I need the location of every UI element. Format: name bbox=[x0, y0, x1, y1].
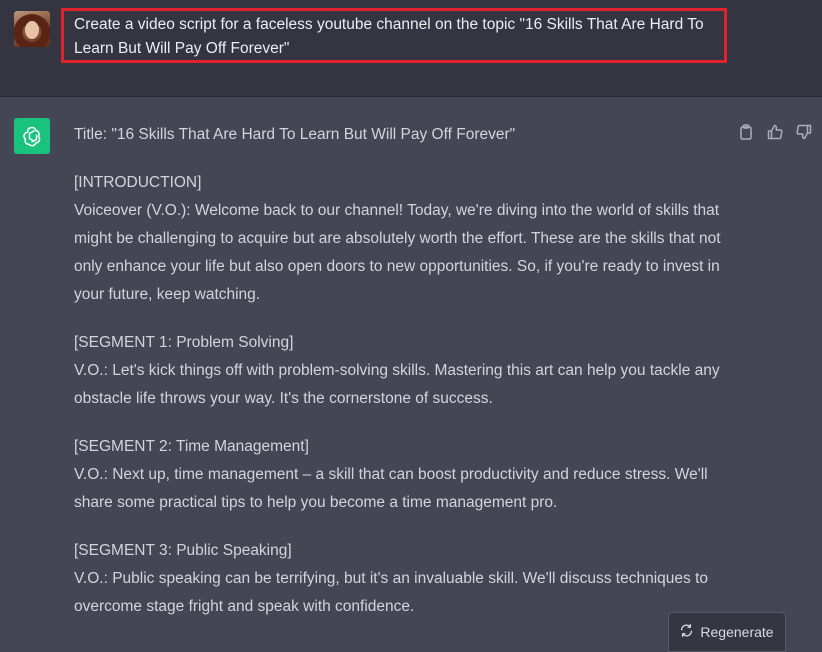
user-avatar bbox=[14, 11, 50, 47]
openai-logo-icon bbox=[14, 118, 50, 154]
thumbs-up-icon[interactable] bbox=[767, 124, 783, 140]
message-actions bbox=[738, 124, 812, 140]
response-section: [SEGMENT 1: Problem Solving] V.O.: Let's… bbox=[74, 329, 734, 413]
section-body: Voiceover (V.O.): Welcome back to our ch… bbox=[74, 202, 721, 303]
response-section: [INTRODUCTION] Voiceover (V.O.): Welcome… bbox=[74, 169, 734, 309]
user-message-row: Create a video script for a faceless you… bbox=[0, 0, 822, 97]
regenerate-label: Regenerate bbox=[700, 624, 774, 640]
section-heading: [SEGMENT 2: Time Management] bbox=[74, 438, 309, 455]
highlight-box bbox=[61, 8, 727, 63]
section-body: V.O.: Public speaking can be terrifying,… bbox=[74, 570, 709, 615]
response-section: [SEGMENT 3: Public Speaking] V.O.: Publi… bbox=[74, 537, 734, 621]
regenerate-button[interactable]: Regenerate bbox=[668, 612, 786, 652]
refresh-icon bbox=[680, 624, 693, 640]
assistant-response: Title: "16 Skills That Are Hard To Learn… bbox=[74, 121, 734, 641]
response-title: Title: "16 Skills That Are Hard To Learn… bbox=[74, 126, 516, 143]
thumbs-down-icon[interactable] bbox=[796, 124, 812, 140]
section-body: V.O.: Next up, time management – a skill… bbox=[74, 466, 708, 511]
section-heading: [SEGMENT 3: Public Speaking] bbox=[74, 542, 292, 559]
copy-icon[interactable] bbox=[738, 124, 754, 140]
section-body: V.O.: Let's kick things off with problem… bbox=[74, 362, 720, 407]
response-section: [SEGMENT 2: Time Management] V.O.: Next … bbox=[74, 433, 734, 517]
section-heading: [INTRODUCTION] bbox=[74, 174, 202, 191]
section-heading: [SEGMENT 1: Problem Solving] bbox=[74, 334, 294, 351]
